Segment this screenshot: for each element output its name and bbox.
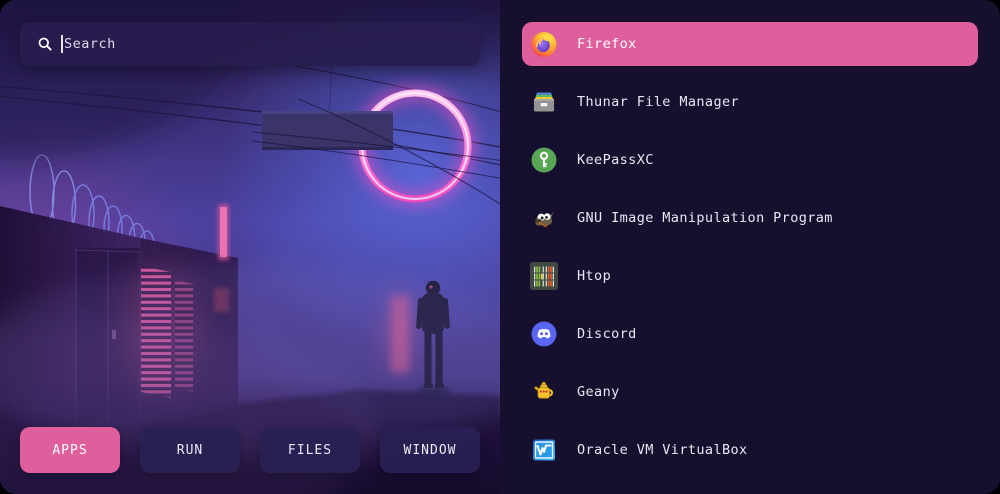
wallpaper-panel: APPS RUN FILES WINDOW (0, 0, 500, 494)
app-label: KeePassXC (577, 152, 654, 168)
keepassxc-icon (530, 146, 558, 174)
app-label: GNU Image Manipulation Program (577, 210, 833, 226)
discord-icon (530, 320, 558, 348)
gimp-icon (530, 204, 558, 232)
list-item-geany[interactable]: Geany (522, 370, 978, 414)
search-bar (20, 22, 480, 66)
mode-tab-run[interactable]: RUN (140, 427, 240, 473)
mode-tab-window[interactable]: WINDOW (380, 427, 480, 473)
list-item-firefox[interactable]: Firefox (522, 22, 978, 66)
mode-tab-apps[interactable]: APPS (20, 427, 120, 473)
virtualbox-icon (530, 436, 558, 464)
list-item-htop[interactable]: Htop (522, 254, 978, 298)
mode-tab-files[interactable]: FILES (260, 427, 360, 473)
app-label: Htop (577, 268, 611, 284)
list-item-discord[interactable]: Discord (522, 312, 978, 356)
app-label: Thunar File Manager (577, 94, 739, 110)
list-item-virtualbox[interactable]: Oracle VM VirtualBox (522, 428, 978, 472)
launcher-window: APPS RUN FILES WINDOW Fire (0, 0, 1000, 494)
list-item-thunar[interactable]: Thunar File Manager (522, 80, 978, 124)
app-label: Oracle VM VirtualBox (577, 442, 748, 458)
app-list: Firefox Thunar File Manager KeePassXC (500, 0, 1000, 494)
htop-icon (530, 262, 558, 290)
app-label: Firefox (577, 36, 637, 52)
list-item-gimp[interactable]: GNU Image Manipulation Program (522, 196, 978, 240)
firefox-icon (530, 30, 558, 58)
geany-icon (530, 378, 558, 406)
mode-switcher: APPS RUN FILES WINDOW (20, 427, 480, 473)
app-label: Discord (577, 326, 637, 342)
list-item-keepassxc[interactable]: KeePassXC (522, 138, 978, 182)
thunar-icon (530, 88, 558, 116)
text-caret (61, 35, 63, 53)
search-icon (37, 36, 53, 52)
neon-city-wallpaper (0, 0, 500, 494)
search-input[interactable] (53, 22, 500, 66)
app-label: Geany (577, 384, 620, 400)
